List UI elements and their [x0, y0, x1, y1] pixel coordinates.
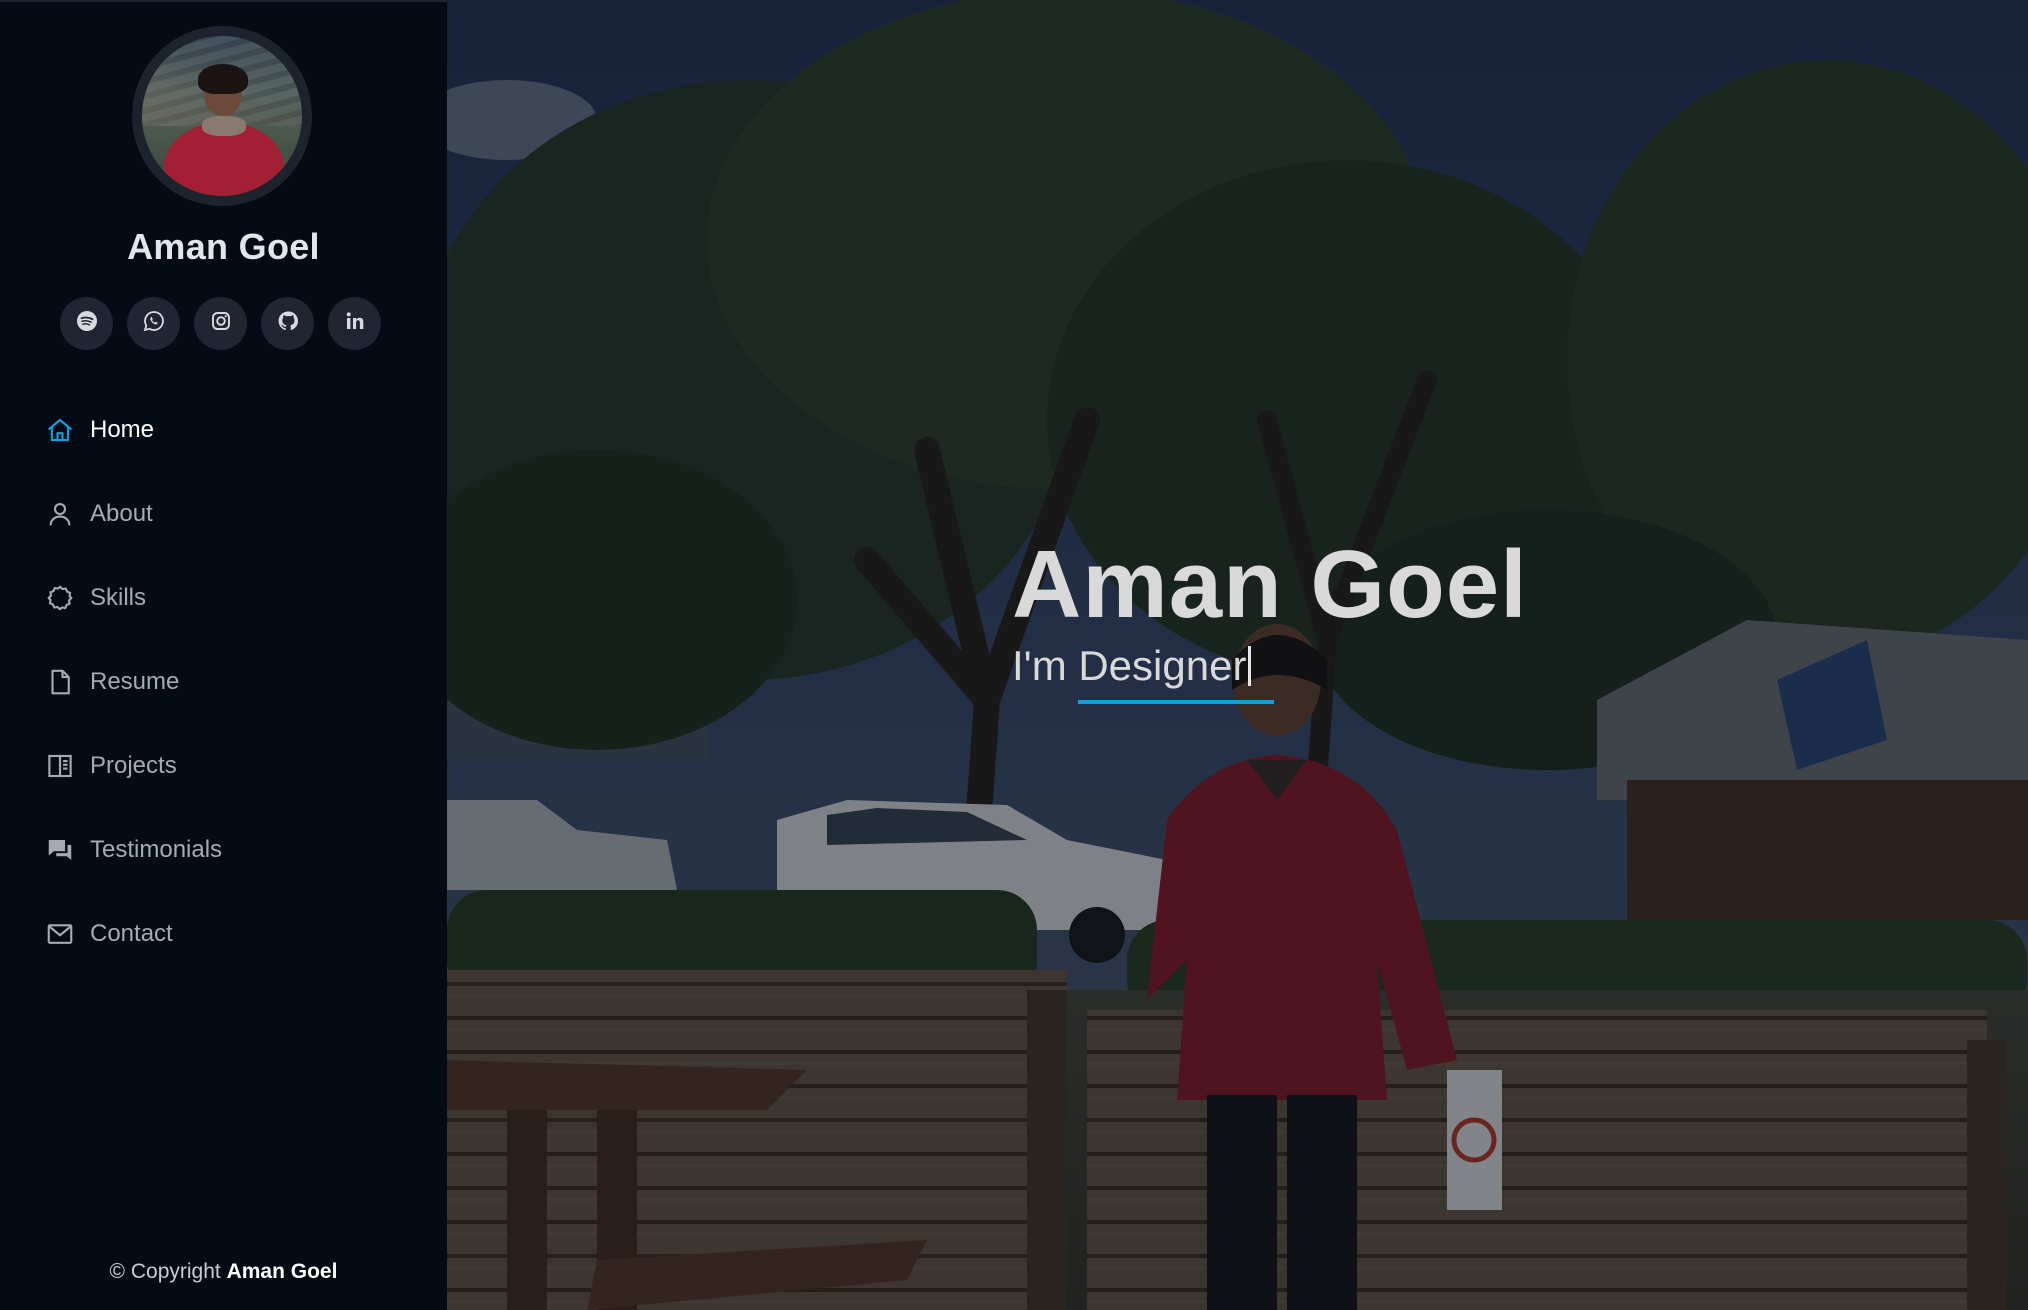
nav-label-projects: Projects [90, 752, 177, 779]
linkedin-link[interactable] [328, 297, 381, 350]
github-link[interactable] [261, 297, 314, 350]
chat-icon [44, 834, 76, 866]
nav-item-about[interactable]: About [0, 472, 447, 556]
social-links [60, 297, 381, 350]
gear-icon [44, 582, 76, 614]
book-icon [44, 750, 76, 782]
nav-label-home: Home [90, 416, 155, 443]
nav-menu: Home About Skills Resume Projects Testim… [0, 388, 447, 976]
nav-label-skills: Skills [90, 584, 147, 611]
nav-item-projects[interactable]: Projects [0, 724, 447, 808]
typing-cursor [1248, 646, 1252, 686]
file-icon [44, 666, 76, 698]
envelope-icon [44, 918, 76, 950]
nav-item-testimonials[interactable]: Testimonials [0, 808, 447, 892]
spotify-link[interactable] [60, 297, 113, 350]
nav-label-contact: Contact [90, 920, 173, 947]
hero-section: Aman Goel I'm Designer [447, 0, 2028, 1310]
hero-underline [1078, 700, 1274, 704]
sidebar: Aman Goel Home About Skills Resume Proje… [0, 0, 447, 1310]
nav-label-resume: Resume [90, 668, 180, 695]
profile-name[interactable]: Aman Goel [0, 226, 447, 268]
user-icon [44, 498, 76, 530]
avatar-photo [142, 36, 302, 196]
copyright-name: Aman Goel [226, 1260, 338, 1283]
instagram-icon [209, 309, 233, 338]
nav-item-contact[interactable]: Contact [0, 892, 447, 976]
instagram-link[interactable] [194, 297, 247, 350]
hero-subtitle: I'm Designer [1012, 642, 1252, 690]
nav-label-testimonials: Testimonials [90, 836, 223, 863]
nav-item-home[interactable]: Home [0, 388, 447, 472]
copyright-prefix: © Copyright [109, 1260, 221, 1283]
avatar [132, 26, 312, 206]
nav-item-skills[interactable]: Skills [0, 556, 447, 640]
linkedin-icon [343, 309, 367, 338]
home-icon [44, 414, 76, 446]
nav-label-about: About [90, 500, 153, 527]
nav-item-resume[interactable]: Resume [0, 640, 447, 724]
hero-subtitle-text: I'm Designer [1012, 642, 1247, 689]
copyright: © Copyright Aman Goel [0, 1260, 447, 1284]
whatsapp-icon [142, 309, 166, 338]
github-icon [276, 309, 300, 338]
hero-title: Aman Goel [1012, 531, 1528, 638]
spotify-icon [75, 309, 99, 338]
whatsapp-link[interactable] [127, 297, 180, 350]
